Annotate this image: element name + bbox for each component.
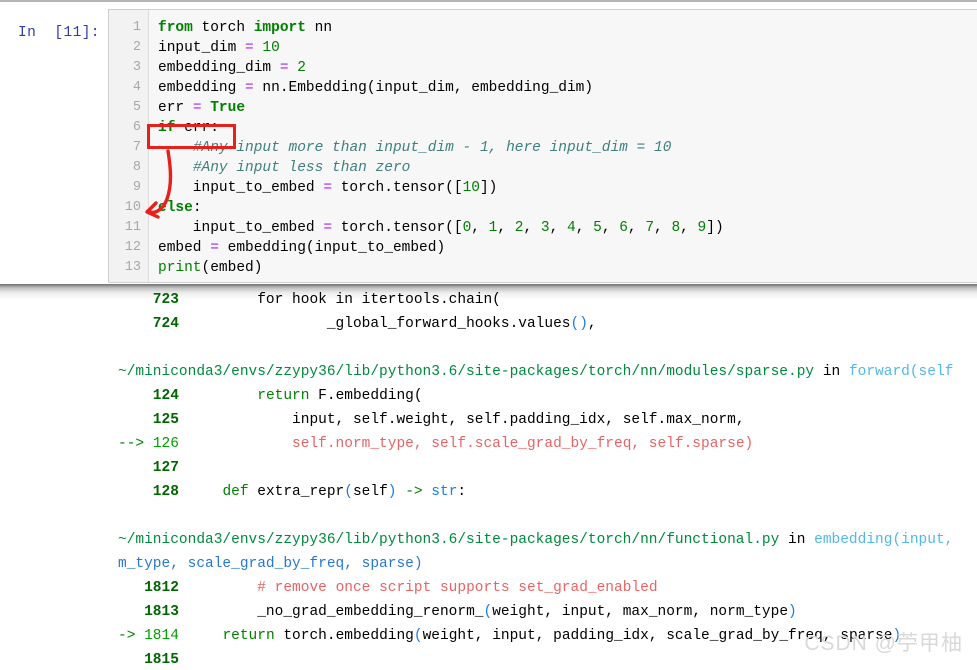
line-number: 10 (124, 200, 141, 215)
line-number: 13 (124, 260, 141, 275)
line-number: 1 (132, 20, 141, 35)
traceback-code-line: 127 (118, 460, 179, 476)
traceback-code-line: 124 return F.embedding( (118, 388, 423, 404)
code-line-13: print(embed) (158, 260, 263, 276)
traceback-in-word: in (814, 364, 849, 380)
line-number: 3 (132, 60, 141, 75)
top-divider-rule (0, 0, 977, 2)
code-line-3: embedding_dim = 2 (158, 60, 306, 76)
code-line-1: from torch import nn (158, 20, 333, 36)
code-line-9: input_to_embed = torch.tensor([10]) (158, 180, 498, 196)
code-text-content[interactable]: from torch import nn input_dim = 10 embe… (149, 10, 977, 282)
traceback-code-line: 1812 # remove once script supports set_g… (118, 580, 658, 596)
line-number: 9 (132, 180, 141, 195)
code-line-10: else: (158, 200, 202, 216)
code-line-4: embedding = nn.Embedding(input_dim, embe… (158, 80, 594, 96)
line-number: 4 (132, 80, 141, 95)
line-number: 7 (132, 140, 141, 155)
traceback-function-signature: forward(self (848, 364, 954, 380)
code-line-2: input_dim = 10 (158, 40, 280, 56)
line-number: 6 (132, 120, 141, 135)
line-number: 8 (132, 160, 141, 175)
code-line-11: input_to_embed = torch.tensor([0, 1, 2, … (158, 220, 724, 236)
code-line-12: embed = embedding(input_to_embed) (158, 240, 446, 256)
code-line-6: if err: (158, 120, 219, 136)
traceback-code-line: 724 _global_forward_hooks.values(), (118, 316, 597, 332)
line-number: 2 (132, 40, 141, 55)
line-number: 12 (124, 240, 141, 255)
csdn-watermark: CSDN @苧甲柚 (804, 632, 963, 655)
traceback-file-path: ~/miniconda3/envs/zzypy36/lib/python3.6/… (118, 364, 815, 380)
error-traceback-output: 723 for hook in itertools.chain( 724 _gl… (0, 288, 977, 670)
traceback-frame-header: ~/miniconda3/envs/zzypy36/lib/python3.6/… (0, 528, 977, 552)
traceback-code-line: 1813 _no_grad_embedding_renorm_(weight, … (118, 604, 797, 620)
traceback-function-signature-cont: m_type, scale_grad_by_freq, sparse) (118, 556, 423, 572)
traceback-in-word: in (779, 532, 815, 548)
line-number: 5 (132, 100, 141, 115)
code-line-5: err = True (158, 100, 246, 116)
traceback-code-line: 125 input, self.weight, self.padding_idx… (118, 412, 745, 428)
code-editor-area[interactable]: 1 2 3 4 5 6 7 8 9 10 11 12 13 from torch… (108, 9, 977, 283)
traceback-code-line: 723 for hook in itertools.chain( (118, 292, 501, 308)
traceback-frame-header-cont: m_type, scale_grad_by_freq, sparse) (0, 552, 977, 576)
line-number-gutter: 1 2 3 4 5 6 7 8 9 10 11 12 13 (109, 10, 149, 282)
code-line-8: #Any input less than zero (192, 160, 411, 176)
cell-execution-prompt: In [11]: (18, 25, 100, 41)
traceback-frame-header: ~/miniconda3/envs/zzypy36/lib/python3.6/… (0, 360, 977, 384)
notebook-input-cell[interactable]: In [11]: 1 2 3 4 5 6 7 8 9 10 11 12 13 f… (0, 9, 977, 285)
code-line-7: #Any input more than input_dim - 1, here… (192, 140, 672, 156)
traceback-blank-line (0, 504, 977, 528)
traceback-function-signature: embedding(input, (814, 532, 954, 548)
traceback-code-line-current: --> 126 self.norm_type, self.scale_grad_… (118, 436, 754, 452)
traceback-code-line: 128 def extra_repr(self) -> str: (118, 484, 467, 500)
traceback-file-path: ~/miniconda3/envs/zzypy36/lib/python3.6/… (118, 532, 780, 548)
line-number: 11 (124, 220, 141, 235)
traceback-blank-line (0, 336, 977, 360)
